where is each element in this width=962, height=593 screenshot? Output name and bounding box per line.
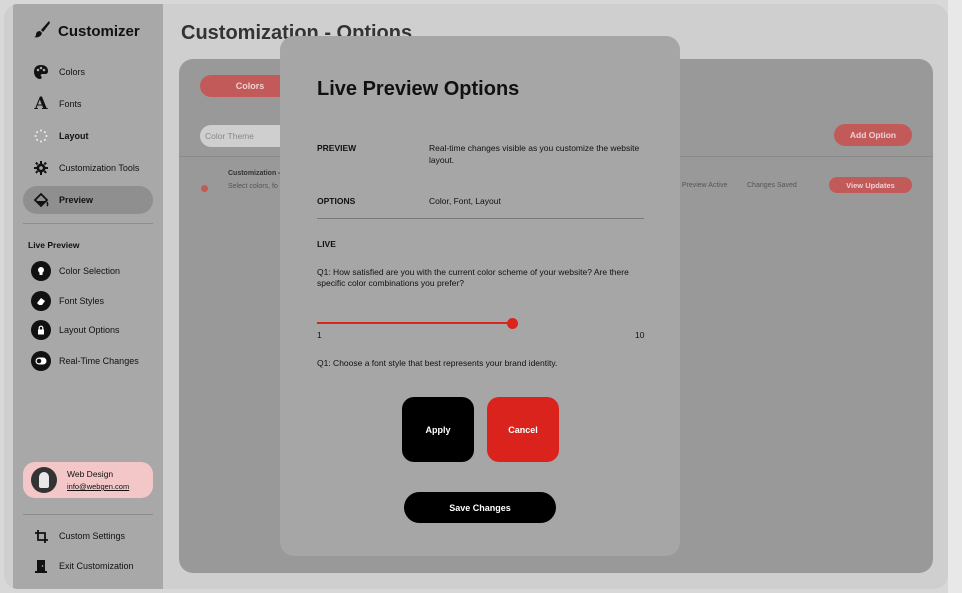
slider-max-label: 10 — [635, 330, 645, 340]
sidebar-item-label: Colors — [59, 67, 86, 77]
sidebar-item-font-styles[interactable]: Font Styles — [31, 291, 104, 311]
user-info: Web Design info@webgen.com — [67, 469, 129, 491]
sub-item-label: Real-Time Changes — [59, 356, 139, 366]
brand: Customizer — [33, 20, 140, 43]
sidebar-item-label: Customization Tools — [59, 163, 140, 173]
status-dot — [201, 185, 208, 192]
paint-bucket-icon — [33, 192, 49, 208]
sub-item-label: Color Selection — [59, 266, 121, 276]
sidebar-item-label: Layout — [59, 131, 89, 141]
loader-icon — [33, 128, 49, 144]
user-name: Web Design — [67, 469, 114, 479]
footer-item-label: Custom Settings — [59, 531, 126, 541]
avatar — [31, 467, 57, 493]
question-color-scheme: Q1: How satisfied are you with the curre… — [317, 267, 629, 288]
satisfaction-slider-track[interactable] — [317, 322, 512, 324]
eraser-icon — [31, 291, 51, 311]
modal-divider — [317, 218, 644, 219]
row-subtitle: Select colors, fo — [228, 183, 278, 190]
sub-item-label: Font Styles — [59, 296, 105, 306]
row-status-saved: Changes Saved — [747, 182, 797, 189]
paintbrush-icon — [33, 20, 51, 43]
live-preview-modal: Live Preview Options PREVIEW Real-time c… — [280, 36, 680, 556]
sidebar-item-colors[interactable]: Colors — [23, 58, 153, 86]
exit-door-icon — [31, 556, 51, 576]
row-title: Customization - — [228, 170, 281, 177]
toggle-icon — [31, 351, 51, 371]
sidebar-item-color-selection[interactable]: Color Selection — [31, 261, 120, 281]
sidebar-item-label: Preview — [59, 195, 94, 205]
modal-title: Live Preview Options — [317, 78, 520, 100]
options-value: Color, Font, Layout — [429, 196, 501, 206]
add-option-button[interactable]: Add Option — [834, 124, 912, 146]
question-font-style: Q1: Choose a font style that best repres… — [317, 358, 558, 368]
sidebar-item-preview[interactable]: Preview — [23, 186, 153, 214]
sidebar-item-label: Fonts — [59, 99, 82, 109]
app-title: Customizer — [58, 23, 140, 40]
app-window: Customizer Colors A Fonts Layout Customi… — [4, 4, 948, 589]
crop-icon — [31, 526, 51, 546]
options-label: OPTIONS — [317, 196, 356, 206]
window-edge — [948, 0, 962, 593]
gear-icon — [33, 160, 49, 176]
cancel-button[interactable]: Cancel — [487, 397, 559, 462]
sidebar-divider — [23, 223, 153, 224]
sidebar-item-exit-customization[interactable]: Exit Customization — [31, 556, 134, 576]
sidebar-item-custom-settings[interactable]: Custom Settings — [31, 526, 125, 546]
live-label: LIVE — [317, 239, 336, 249]
palette-icon — [33, 64, 49, 80]
apply-button[interactable]: Apply — [402, 397, 474, 462]
sub-item-label: Layout Options — [59, 325, 120, 335]
row-status-preview: e Preview Active — [676, 182, 728, 189]
user-card[interactable]: Web Design info@webgen.com — [23, 462, 153, 498]
preview-value: Real-time changes visible as you customi… — [429, 143, 640, 165]
sidebar-divider — [23, 514, 153, 515]
sidebar-item-customization-tools[interactable]: Customization Tools — [23, 154, 153, 182]
sidebar: Customizer Colors A Fonts Layout Customi… — [13, 4, 163, 589]
footer-item-label: Exit Customization — [59, 561, 134, 571]
view-updates-button[interactable]: View Updates — [829, 177, 912, 193]
preview-label: PREVIEW — [317, 143, 357, 153]
sidebar-item-layout-options[interactable]: Layout Options — [31, 320, 120, 340]
lock-icon — [31, 320, 51, 340]
sidebar-item-real-time-changes[interactable]: Real-Time Changes — [31, 351, 139, 371]
sidebar-item-fonts[interactable]: A Fonts — [23, 90, 153, 118]
user-email-link[interactable]: info@webgen.com — [67, 482, 129, 491]
satisfaction-slider-handle[interactable] — [507, 318, 518, 329]
sidebar-item-layout[interactable]: Layout — [23, 122, 153, 150]
section-label-live-preview: Live Preview — [28, 240, 80, 250]
bulb-icon — [31, 261, 51, 281]
save-changes-button[interactable]: Save Changes — [404, 492, 556, 523]
font-icon: A — [34, 94, 48, 114]
slider-min-label: 1 — [317, 330, 322, 340]
